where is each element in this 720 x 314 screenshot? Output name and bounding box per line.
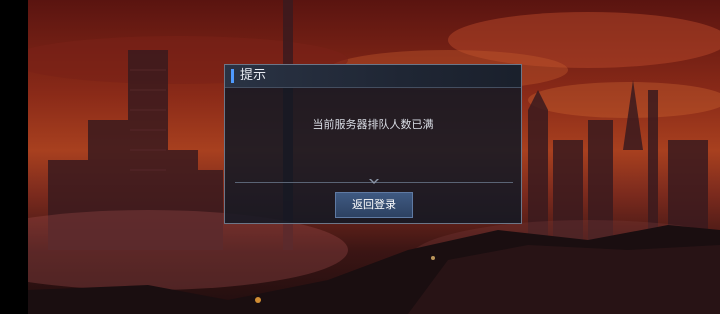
chevron-down-icon: [369, 179, 379, 184]
dialog-title: 提示: [240, 68, 267, 83]
notice-dialog: 提示 当前服务器排队人数已满 返回登录: [224, 64, 522, 224]
header-accent-bar: [231, 69, 234, 83]
game-screen: 提示 当前服务器排队人数已满 返回登录: [0, 0, 720, 314]
dialog-message: 当前服务器排队人数已满: [312, 118, 434, 131]
dialog-header: 提示: [225, 65, 521, 88]
return-login-button[interactable]: 返回登录: [335, 192, 413, 218]
